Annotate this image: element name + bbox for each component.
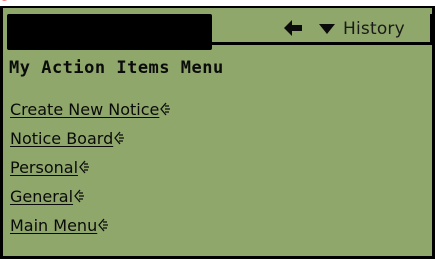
app-title-bar <box>7 14 212 50</box>
history-dropdown-button[interactable]: History <box>319 15 405 43</box>
menu-link-label[interactable]: Personal <box>10 158 78 177</box>
menu-item-general[interactable]: General <box>10 182 171 211</box>
action-items-menu: Create New Notice Notice Board Personal … <box>10 95 171 240</box>
link-glyph-icon <box>160 102 171 116</box>
back-arrow-icon[interactable] <box>282 19 304 37</box>
header-divider-edge <box>430 14 432 45</box>
menu-link-label[interactable]: Create New Notice <box>10 100 159 119</box>
menu-link-label[interactable]: General <box>10 187 73 206</box>
menu-item-notice-board[interactable]: Notice Board <box>10 124 171 153</box>
device-frame: History My Action Items Menu Create New … <box>0 6 435 259</box>
link-glyph-icon <box>79 160 90 174</box>
link-glyph-icon <box>74 189 85 203</box>
menu-item-main-menu[interactable]: Main Menu <box>10 211 171 240</box>
chevron-down-icon <box>319 24 335 34</box>
menu-item-create-new-notice[interactable]: Create New Notice <box>10 95 171 124</box>
link-glyph-icon <box>114 131 125 145</box>
app-screen: History My Action Items Menu Create New … <box>3 8 432 256</box>
page-title: My Action Items Menu <box>9 58 224 78</box>
menu-item-personal[interactable]: Personal <box>10 153 171 182</box>
link-glyph-icon <box>98 218 109 232</box>
menu-link-label[interactable]: Main Menu <box>10 216 97 235</box>
menu-link-label[interactable]: Notice Board <box>10 129 113 148</box>
history-label: History <box>343 19 405 39</box>
